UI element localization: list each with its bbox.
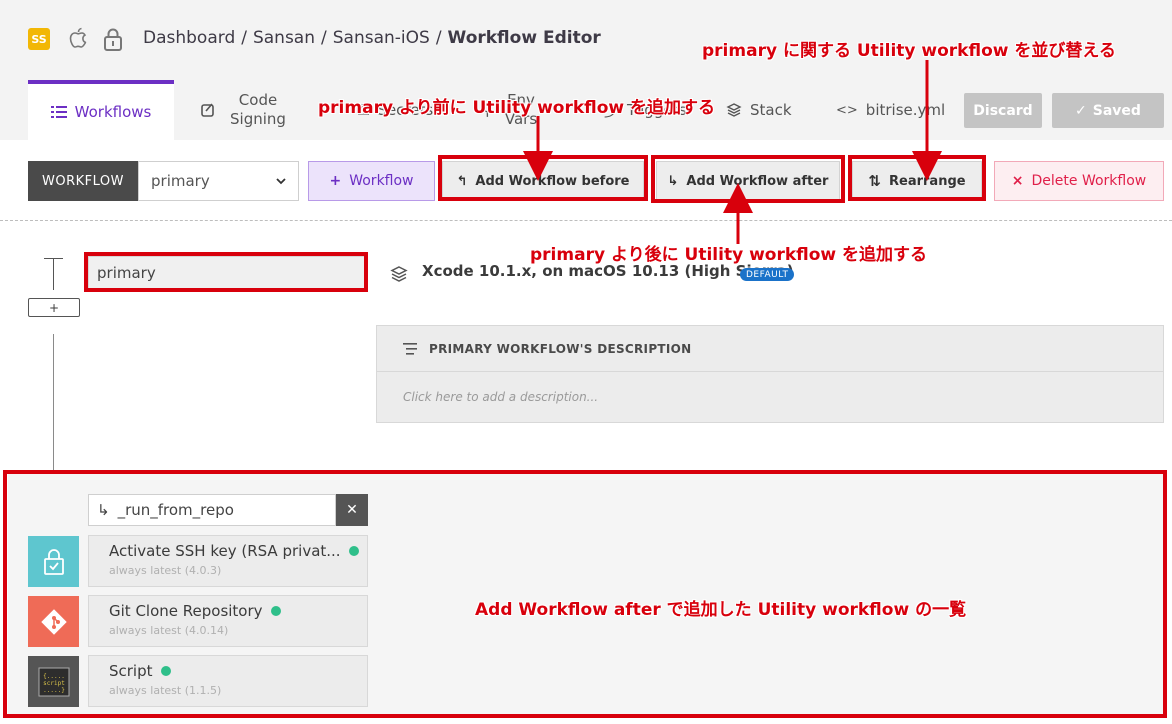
breadcrumb-dashboard[interactable]: Dashboard: [143, 28, 235, 48]
annotation-utility-list: Add Workflow after で追加した Utility workflo…: [475, 600, 967, 620]
check-icon: ✓: [1075, 102, 1087, 119]
code-signing-icon: [201, 103, 214, 117]
close-icon: ×: [1011, 173, 1024, 189]
description-panel[interactable]: PRIMARY WORKFLOW'S DESCRIPTION Click her…: [376, 325, 1164, 423]
divider: [0, 220, 1172, 221]
description-header: PRIMARY WORKFLOW'S DESCRIPTION: [377, 326, 1163, 372]
description-icon: [403, 342, 417, 355]
chevron-down-icon: [276, 177, 286, 184]
highlight-add-after: [651, 155, 845, 203]
tab-label: Workflows: [74, 103, 152, 121]
tree-start-stem: [53, 258, 54, 290]
app-avatar[interactable]: SS: [28, 28, 50, 50]
breadcrumb-app[interactable]: Sansan-iOS: [333, 28, 430, 48]
breadcrumb-separator: /: [435, 28, 442, 48]
highlight-add-before: [438, 155, 648, 201]
workflow-select[interactable]: primary: [138, 161, 299, 201]
annotation-add-after: primary より後に Utility workflow を追加する: [530, 245, 928, 265]
description-title: PRIMARY WORKFLOW'S DESCRIPTION: [429, 341, 692, 356]
workflow-select-value: primary: [151, 172, 210, 190]
tab-code-signing[interactable]: Code Signing: [200, 80, 286, 140]
tab-label: Code Signing: [230, 91, 286, 128]
annotation-add-before: primary より前に Utility workflow を追加する: [318, 98, 716, 118]
breadcrumb: Dashboard / Sansan / Sansan-iOS / Workfl…: [143, 28, 601, 48]
default-badge: DEFAULT: [740, 268, 795, 281]
stack-icon: [726, 103, 742, 117]
plus-icon: +: [329, 173, 342, 189]
code-icon: <>: [836, 102, 858, 118]
stack-icon: [390, 266, 408, 282]
add-step-button[interactable]: +: [28, 298, 80, 317]
highlight-workflow-name: [84, 252, 368, 292]
delete-workflow-button[interactable]: × Delete Workflow: [994, 161, 1164, 201]
discard-button[interactable]: Discard: [964, 93, 1042, 128]
tab-stack[interactable]: Stack: [726, 80, 792, 140]
saved-button[interactable]: ✓ Saved: [1052, 93, 1164, 128]
tab-label: bitrise.yml: [865, 101, 946, 119]
description-placeholder[interactable]: Click here to add a description...: [403, 390, 598, 404]
highlight-utility-list: [3, 470, 1167, 718]
list-icon: [50, 106, 67, 118]
workflow-label: WORKFLOW: [28, 161, 138, 201]
breadcrumb-org[interactable]: Sansan: [253, 28, 315, 48]
breadcrumb-current: Workflow Editor: [447, 28, 601, 48]
tab-workflows[interactable]: Workflows: [28, 80, 174, 140]
add-workflow-button[interactable]: + Workflow: [308, 161, 435, 201]
tab-label: Stack: [750, 101, 792, 119]
breadcrumb-separator: /: [321, 28, 327, 48]
highlight-rearrange: [848, 155, 986, 201]
tab-bitrise-yml[interactable]: <> bitrise.yml: [836, 80, 945, 140]
saved-label: Saved: [1092, 102, 1141, 119]
delete-label: Delete Workflow: [1031, 173, 1147, 189]
annotation-rearrange: primary に関する Utility workflow を並び替える: [702, 41, 1116, 61]
lock-icon: [104, 28, 122, 51]
apple-icon: [69, 27, 87, 48]
add-workflow-label: Workflow: [349, 173, 414, 189]
breadcrumb-separator: /: [241, 28, 247, 48]
